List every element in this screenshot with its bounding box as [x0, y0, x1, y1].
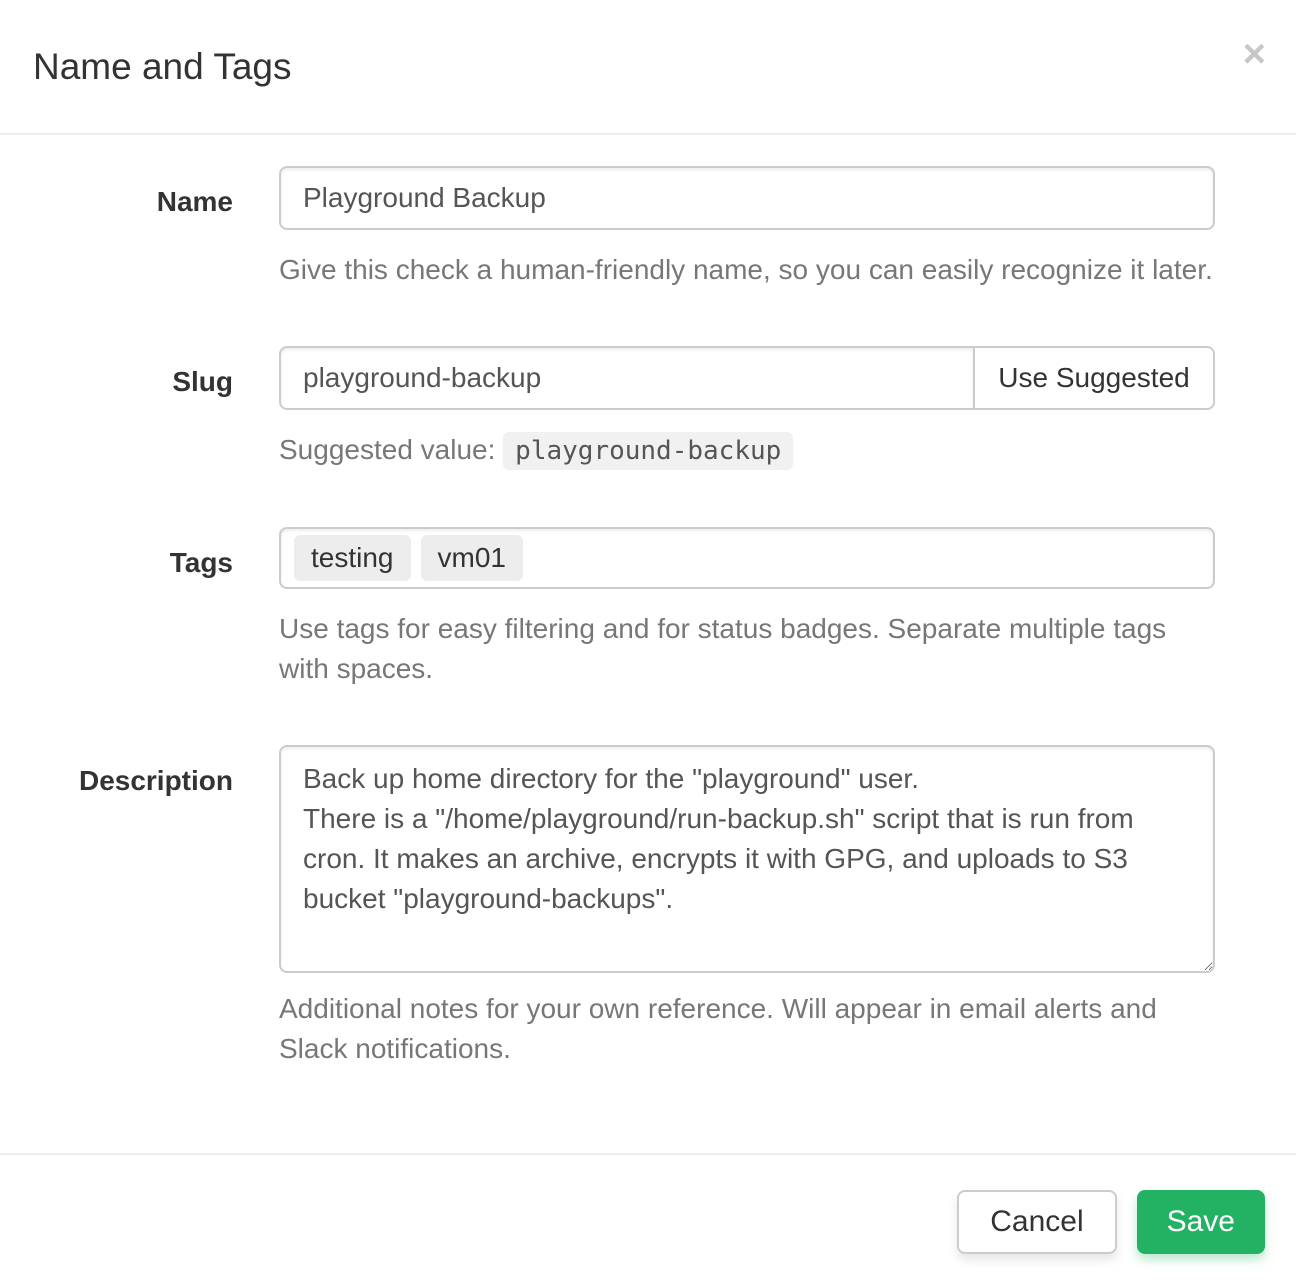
name-and-tags-dialog: Name and Tags × Name Give this check a h… — [0, 0, 1296, 1284]
slug-input[interactable] — [279, 346, 975, 410]
suggested-value-code: playground-backup — [503, 432, 793, 470]
description-form-row: Description Back up home directory for t… — [0, 745, 1296, 1069]
name-label: Name — [0, 166, 247, 290]
tag-chip: vm01 — [421, 535, 523, 581]
description-textarea[interactable]: Back up home directory for the "playgrou… — [279, 745, 1215, 973]
tags-form-row: Tags testing vm01 Use tags for easy filt… — [0, 527, 1296, 689]
cancel-button[interactable]: Cancel — [957, 1190, 1116, 1254]
use-suggested-button[interactable]: Use Suggested — [973, 346, 1215, 410]
close-icon[interactable]: × — [1243, 34, 1266, 74]
description-control: Back up home directory for the "playgrou… — [279, 745, 1215, 1069]
slug-help-text: Suggested value: playground-backup — [279, 430, 1215, 471]
slug-label: Slug — [0, 346, 247, 471]
tags-label: Tags — [0, 527, 247, 689]
tags-help-text: Use tags for easy filtering and for stat… — [279, 609, 1215, 689]
description-help-text: Additional notes for your own reference.… — [279, 989, 1215, 1069]
description-label: Description — [0, 745, 247, 1069]
tags-control: testing vm01 Use tags for easy filtering… — [279, 527, 1215, 689]
tag-chip: testing — [294, 535, 411, 581]
suggested-value-label: Suggested value: — [279, 434, 495, 465]
name-input[interactable] — [279, 166, 1215, 230]
slug-control: Use Suggested Suggested value: playgroun… — [279, 346, 1215, 471]
slug-input-group: Use Suggested — [279, 346, 1215, 410]
dialog-footer: Cancel Save — [0, 1153, 1296, 1284]
save-button[interactable]: Save — [1137, 1190, 1265, 1254]
name-form-row: Name Give this check a human-friendly na… — [0, 166, 1296, 290]
dialog-body: Name Give this check a human-friendly na… — [0, 135, 1296, 1153]
tags-input[interactable]: testing vm01 — [279, 527, 1215, 589]
dialog-header: Name and Tags × — [0, 0, 1296, 135]
dialog-title: Name and Tags — [33, 48, 1263, 85]
name-control: Give this check a human-friendly name, s… — [279, 166, 1215, 290]
name-help-text: Give this check a human-friendly name, s… — [279, 250, 1215, 290]
slug-form-row: Slug Use Suggested Suggested value: play… — [0, 346, 1296, 471]
